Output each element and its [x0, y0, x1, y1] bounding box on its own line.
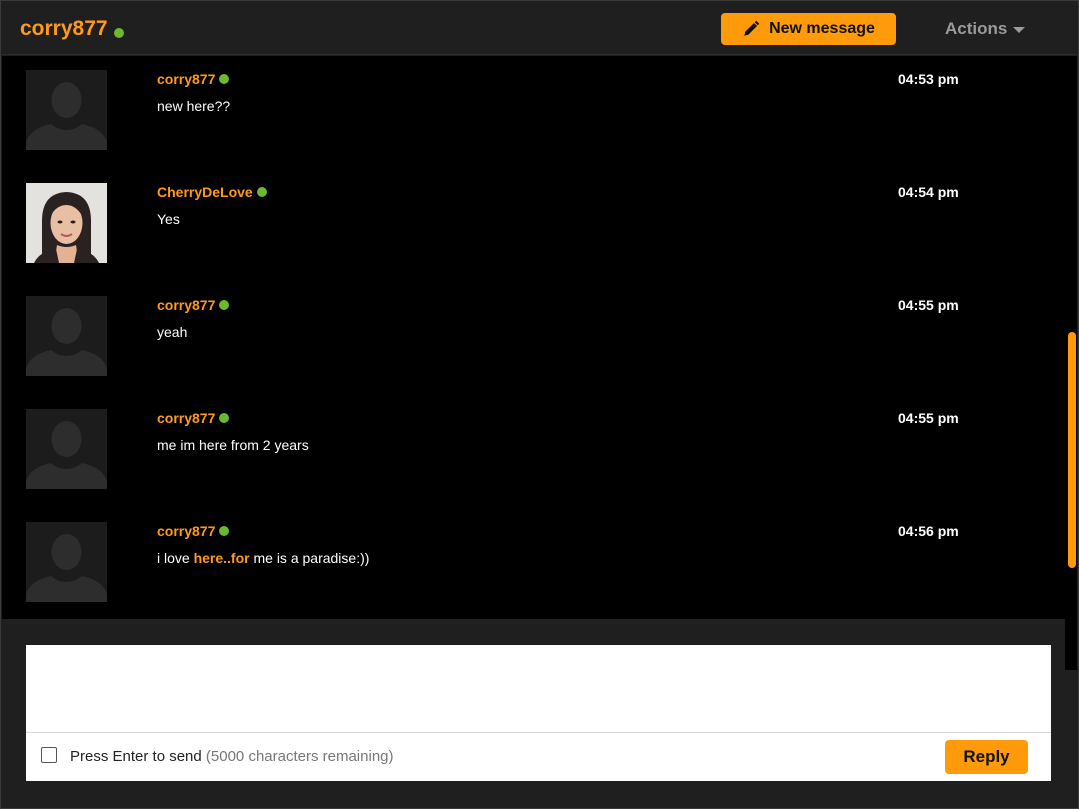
message-input[interactable] [26, 645, 1051, 732]
avatar[interactable] [26, 296, 107, 376]
conversation-title[interactable]: corry877 [20, 17, 108, 41]
profile-photo-icon [26, 183, 107, 263]
actions-dropdown[interactable]: Actions [945, 19, 1026, 39]
chat-window: corry877 New message Actions corry877 04… [0, 0, 1079, 809]
message-text: Yes [157, 211, 180, 227]
message-text: yeah [157, 324, 188, 340]
online-status-icon [219, 300, 230, 311]
message-time: 04:55 pm [898, 297, 959, 313]
message-text: i love here..for me is a paradise:)) [157, 550, 370, 566]
enter-to-send-checkbox[interactable] [41, 747, 57, 763]
characters-remaining: (5000 characters remaining) [205, 748, 394, 765]
message-author[interactable]: corry877 [157, 297, 230, 313]
composer-divider [26, 732, 1051, 733]
message-author[interactable]: CherryDeLove [157, 184, 267, 200]
default-avatar-icon [26, 296, 107, 376]
enter-to-send-label: Press Enter to send (5000 characters rem… [70, 748, 394, 765]
scrollbar-thumb[interactable] [1068, 332, 1076, 568]
avatar[interactable] [26, 409, 107, 489]
default-avatar-icon [26, 70, 107, 150]
online-status-icon [219, 413, 230, 424]
online-status-icon [219, 74, 230, 85]
reply-composer: Press Enter to send (5000 characters rem… [26, 645, 1051, 781]
message-item: CherryDeLove 04:54 pm Yes [2, 169, 1062, 282]
message-item: corry877 04:55 pm me im here from 2 year… [2, 395, 1062, 508]
message-author[interactable]: corry877 [157, 523, 230, 539]
online-status-icon [256, 187, 267, 198]
message-item: corry877 04:55 pm yeah [2, 282, 1062, 395]
message-item: corry877 04:56 pm i love here..for me is… [2, 508, 1062, 621]
actions-label: Actions [945, 19, 1008, 38]
message-time: 04:53 pm [898, 71, 959, 87]
reply-button[interactable]: Reply [945, 740, 1028, 774]
online-status-icon [114, 28, 124, 38]
default-avatar-icon [26, 409, 107, 489]
pencil-icon [744, 20, 760, 36]
online-status-icon [219, 526, 230, 537]
message-time: 04:54 pm [898, 184, 959, 200]
caret-down-icon [1013, 27, 1026, 33]
new-message-button[interactable]: New message [721, 13, 896, 45]
message-time: 04:56 pm [898, 523, 959, 539]
avatar[interactable] [26, 70, 107, 150]
message-author[interactable]: corry877 [157, 71, 230, 87]
message-list[interactable]: corry877 04:53 pm new here?? CherryDeLov… [2, 56, 1077, 670]
message-author[interactable]: corry877 [157, 410, 230, 426]
avatar[interactable] [26, 522, 107, 602]
message-text: new here?? [157, 98, 231, 114]
message-text: me im here from 2 years [157, 437, 309, 453]
default-avatar-icon [26, 522, 107, 602]
new-message-label: New message [769, 20, 875, 37]
avatar[interactable] [26, 183, 107, 263]
message-item: corry877 04:53 pm new here?? [2, 56, 1062, 169]
conversation-header: corry877 New message Actions [2, 2, 1077, 55]
message-link[interactable]: here..for [194, 550, 250, 566]
message-time: 04:55 pm [898, 410, 959, 426]
